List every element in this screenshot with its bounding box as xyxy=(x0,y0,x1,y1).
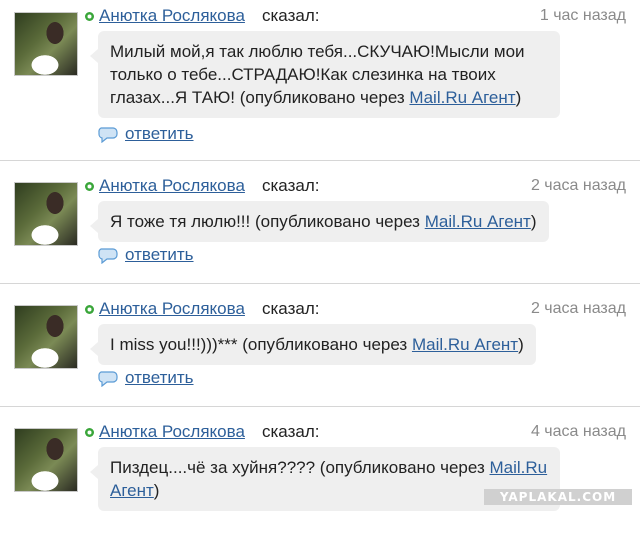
message-bubble: I miss you!!!)))*** (опубликовано через … xyxy=(90,324,536,365)
author-link[interactable]: Анютка Рослякова xyxy=(99,299,245,319)
speech-bubble-icon xyxy=(98,371,118,387)
mail-ru-agent-link[interactable]: Mail.Ru Агент xyxy=(412,335,518,354)
message-bubble: Милый мой,я так люблю тебя...СКУЧАЮ!Мысл… xyxy=(90,31,560,118)
post-item: Анютка Рослякова сказал: 4 часа назад Пи… xyxy=(0,416,640,539)
author-link[interactable]: Анютка Рослякова xyxy=(99,6,245,26)
online-status-icon xyxy=(85,428,94,437)
mail-ru-agent-link[interactable]: Mail.Ru Агент xyxy=(425,212,531,231)
avatar[interactable] xyxy=(14,428,78,492)
post-divider xyxy=(0,406,640,407)
timestamp: 1 час назад xyxy=(539,7,626,24)
said-label: сказал: xyxy=(262,422,320,441)
post-item: Анютка Рослякова сказал: 2 часа назад I … xyxy=(0,293,640,416)
online-status-icon xyxy=(85,305,94,314)
online-status-icon xyxy=(85,12,94,21)
message-text: I miss you!!!)))*** (опубликовано через xyxy=(110,335,412,354)
timestamp: 2 часа назад xyxy=(530,177,626,194)
message-text: Пиздец....чё за хуйня???? (опубликовано … xyxy=(110,458,490,477)
said-label: сказал: xyxy=(262,6,320,25)
speech-bubble-icon xyxy=(98,248,118,264)
reply-label[interactable]: ответить xyxy=(125,124,194,144)
post-item: Анютка Рослякова сказал: 1 час назад Мил… xyxy=(0,0,640,143)
message-close: ) xyxy=(518,335,524,354)
online-status-icon xyxy=(85,182,94,191)
message-close: ) xyxy=(515,88,522,107)
post-item: Анютка Рослякова сказал: 2 часа назад Я … xyxy=(0,170,640,293)
reply-label[interactable]: ответить xyxy=(125,245,194,265)
avatar[interactable] xyxy=(14,12,78,76)
said-label: сказал: xyxy=(262,176,320,195)
timestamp: 2 часа назад xyxy=(530,300,626,317)
mail-ru-agent-link[interactable]: Mail.Ru Агент xyxy=(409,88,515,107)
watermark: YAPLAKAL.COM xyxy=(484,489,632,505)
speech-bubble-icon xyxy=(98,127,118,143)
author-link[interactable]: Анютка Рослякова xyxy=(99,176,245,196)
message-close: ) xyxy=(153,481,160,500)
reply-label[interactable]: ответить xyxy=(125,368,194,388)
message-text: Я тоже тя люлю!!! (опубликовано через xyxy=(110,212,425,231)
post-divider xyxy=(0,283,640,284)
post-divider xyxy=(0,160,640,161)
author-link[interactable]: Анютка Рослякова xyxy=(99,422,245,442)
avatar[interactable] xyxy=(14,305,78,369)
said-label: сказал: xyxy=(262,299,320,318)
message-close: ) xyxy=(530,212,537,231)
avatar[interactable] xyxy=(14,182,78,246)
message-bubble: Я тоже тя люлю!!! (опубликовано через Ma… xyxy=(90,201,549,242)
timestamp: 4 часа назад xyxy=(530,423,626,440)
